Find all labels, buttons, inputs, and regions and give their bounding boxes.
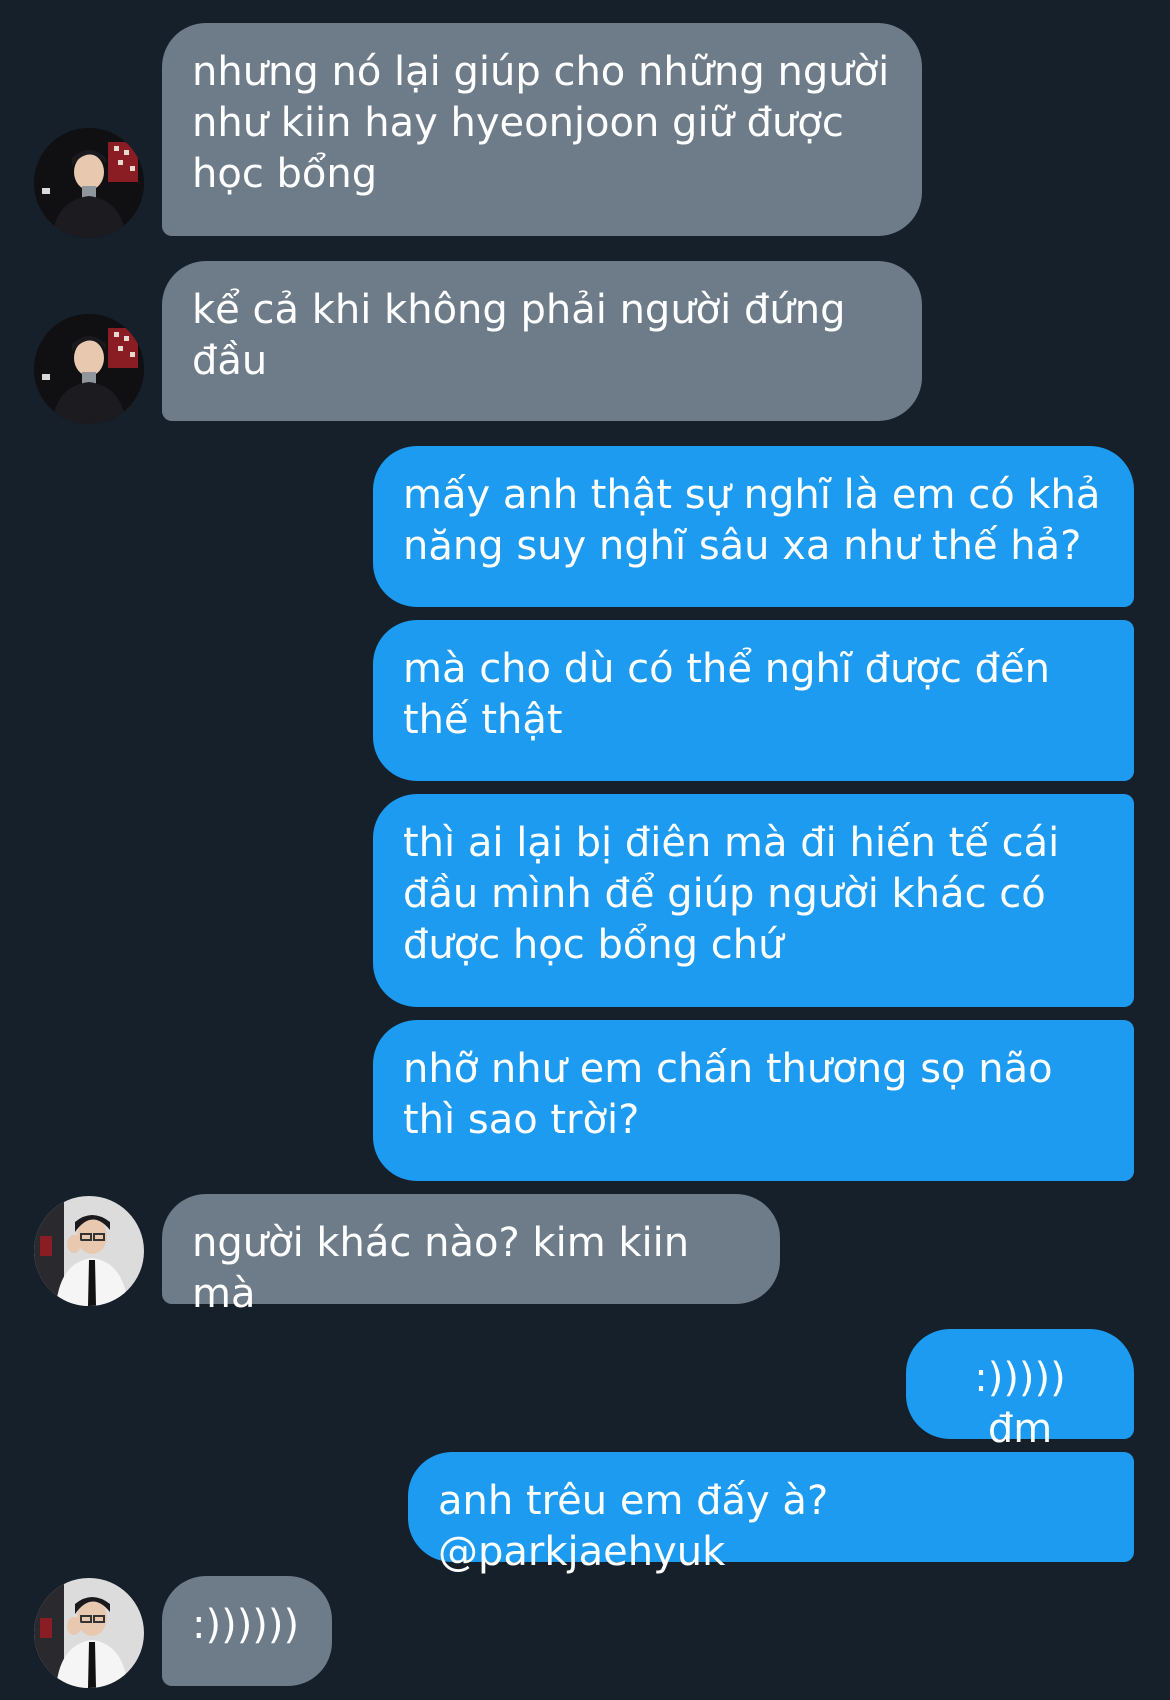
user-avatar-dark-icon xyxy=(34,314,144,424)
user-avatar-light-icon xyxy=(34,1578,144,1688)
outgoing-message-bubble[interactable]: thì ai lại bị điên mà đi hiến tế cái đầu… xyxy=(373,794,1134,1007)
message-text: thì ai lại bị điên mà đi hiến tế cái đầu… xyxy=(403,820,1060,968)
message-text: mấy anh thật sự nghĩ là em có khả năng s… xyxy=(403,472,1101,569)
message-text: :))))) đm xyxy=(974,1355,1066,1452)
message-text: người khác nào? kim kiin mà xyxy=(192,1220,690,1317)
incoming-message-bubble[interactable]: kể cả khi không phải người đứng đầu xyxy=(162,261,922,421)
message-text: nhỡ như em chấn thương sọ não thì sao tr… xyxy=(403,1046,1053,1143)
message-text: anh trêu em đấy à? @parkjaehyuk xyxy=(438,1478,829,1575)
message-text: nhưng nó lại giúp cho những người như ki… xyxy=(192,49,890,197)
outgoing-message-bubble[interactable]: nhỡ như em chấn thương sọ não thì sao tr… xyxy=(373,1020,1134,1181)
avatar[interactable] xyxy=(34,128,144,238)
outgoing-message-bubble[interactable]: mấy anh thật sự nghĩ là em có khả năng s… xyxy=(373,446,1134,607)
incoming-message-bubble[interactable]: người khác nào? kim kiin mà xyxy=(162,1194,780,1317)
avatar[interactable] xyxy=(34,1196,144,1306)
user-avatar-light-icon xyxy=(34,1196,144,1306)
incoming-message-bubble[interactable]: :)))))) xyxy=(162,1576,332,1686)
message-text: mà cho dù có thể nghĩ được đến thế thật xyxy=(403,646,1050,743)
message-text: :)))))) xyxy=(192,1602,300,1648)
avatar[interactable] xyxy=(34,314,144,424)
outgoing-message-bubble[interactable]: :))))) đm xyxy=(906,1329,1134,1452)
outgoing-message-bubble[interactable]: anh trêu em đấy à? @parkjaehyuk xyxy=(408,1452,1134,1575)
message-thread[interactable]: nhưng nó lại giúp cho những người như ki… xyxy=(0,0,1170,1700)
incoming-message-bubble[interactable]: nhưng nó lại giúp cho những người như ki… xyxy=(162,23,922,236)
user-avatar-dark-icon xyxy=(34,128,144,238)
outgoing-message-bubble[interactable]: mà cho dù có thể nghĩ được đến thế thật xyxy=(373,620,1134,781)
avatar[interactable] xyxy=(34,1578,144,1688)
message-text: kể cả khi không phải người đứng đầu xyxy=(192,287,846,384)
